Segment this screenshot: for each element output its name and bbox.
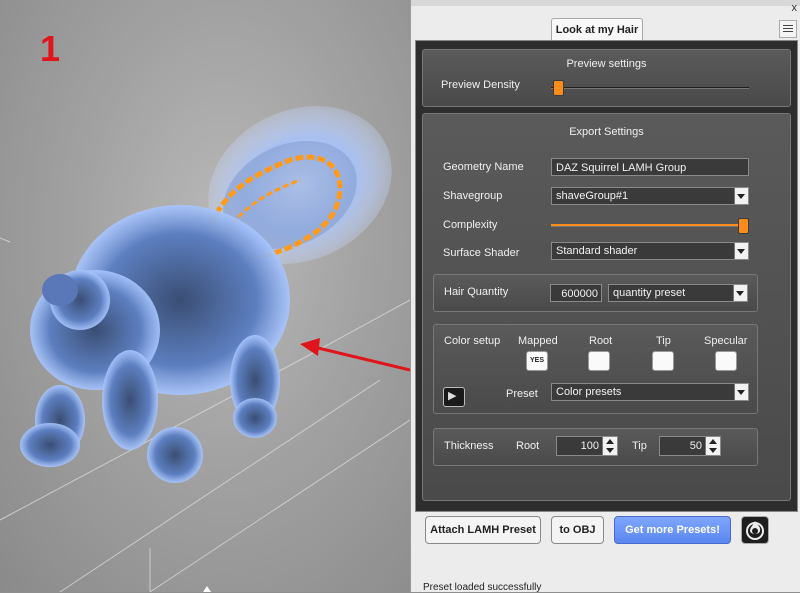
thickness-tip-value: 50 [689, 440, 702, 452]
shavegroup-value: shaveGroup#1 [556, 190, 629, 202]
to-obj-button[interactable]: to OBJ [551, 516, 604, 544]
color-preset-label: Preset [506, 388, 538, 400]
mapped-label: Mapped [518, 335, 558, 347]
export-settings-title: Export Settings [569, 126, 644, 138]
complexity-slider-fill [551, 224, 743, 226]
hair-quantity-label: Hair Quantity [444, 286, 509, 298]
tip-color-label: Tip [656, 335, 671, 347]
complexity-slider-handle[interactable] [738, 218, 749, 234]
shavegroup-label: Shavegroup [443, 190, 503, 202]
color-preset-value: Color presets [556, 386, 622, 398]
viewport-step-number: 1 [40, 28, 61, 69]
geometry-name-label: Geometry Name [443, 161, 524, 173]
apply-color-preset-button[interactable] [443, 387, 465, 407]
status-message: Preset loaded successfully [423, 582, 542, 593]
color-setup-box: Color setup Mapped Root Tip Specular YES… [433, 324, 758, 414]
tip-color-swatch[interactable] [652, 351, 674, 371]
3d-viewport[interactable]: 1 [0, 0, 410, 592]
preview-settings-box: Preview settings Preview Density [422, 49, 791, 107]
look-at-my-hair-panel: x Look at my Hair Preview settings Previ… [410, 0, 800, 593]
close-icon[interactable]: x [792, 2, 798, 14]
panel-top-bar [411, 0, 800, 6]
viewport-scene [0, 106, 410, 592]
shavegroup-select[interactable]: shaveGroup#1 [551, 187, 749, 205]
surface-shader-value: Standard shader [556, 245, 638, 257]
mapped-toggle[interactable]: YES [526, 351, 548, 371]
preview-settings-title: Preview settings [566, 58, 647, 70]
export-settings-box: Export Settings Geometry Name DAZ Squirr… [422, 113, 791, 501]
lamh-logo-button[interactable] [741, 516, 769, 544]
get-more-presets-button[interactable]: Get more Presets! [614, 516, 731, 544]
complexity-label: Complexity [443, 219, 498, 231]
color-setup-title: Color setup [444, 335, 501, 347]
panel-menu-icon[interactable] [779, 20, 797, 38]
thickness-tip-stepper[interactable]: 50 [659, 436, 721, 456]
thickness-tip-label: Tip [632, 440, 647, 452]
settings-area: Preview settings Preview Density Export … [415, 40, 798, 512]
quantity-preset-value: quantity preset [613, 287, 686, 299]
hair-quantity-box: Hair Quantity 600000 quantity preset [433, 274, 758, 312]
squirrel-body [20, 205, 290, 483]
chevron-down-icon[interactable] [734, 384, 748, 400]
surface-shader-select[interactable]: Standard shader [551, 242, 749, 260]
specular-label: Specular [704, 335, 748, 347]
geometry-name-input[interactable]: DAZ Squirrel LAMH Group [551, 158, 749, 176]
preview-density-slider-handle[interactable] [553, 80, 564, 96]
attach-lamh-preset-button[interactable]: Attach LAMH Preset [425, 516, 541, 544]
stepper-arrows-icon[interactable] [602, 437, 617, 455]
color-preset-select[interactable]: Color presets [551, 383, 749, 401]
chevron-down-icon[interactable] [734, 243, 748, 259]
specular-color-swatch[interactable] [715, 351, 737, 371]
root-color-label: Root [589, 335, 613, 347]
chevron-down-icon[interactable] [733, 285, 747, 301]
thickness-root-value: 100 [580, 440, 599, 452]
red-arrow [300, 338, 410, 372]
preview-density-label: Preview Density [441, 79, 520, 91]
thickness-root-stepper[interactable]: 100 [556, 436, 618, 456]
quantity-preset-select[interactable]: quantity preset [608, 284, 748, 302]
hair-quantity-input[interactable]: 600000 [550, 284, 602, 302]
thickness-root-label: Root [516, 440, 540, 452]
root-color-swatch[interactable] [588, 351, 610, 371]
stepper-arrows-icon[interactable] [705, 437, 720, 455]
thickness-label: Thickness [444, 440, 494, 452]
tab-row: Look at my Hair [411, 18, 800, 41]
viewport-expand-arrow-icon[interactable] [203, 586, 211, 592]
preview-density-slider[interactable] [551, 87, 749, 89]
flame-icon [746, 521, 764, 540]
tab-look-at-my-hair[interactable]: Look at my Hair [551, 18, 643, 41]
surface-shader-label: Surface Shader [443, 247, 520, 259]
chevron-down-icon[interactable] [734, 188, 748, 204]
thickness-box: Thickness Root 100 Tip 50 [433, 428, 758, 466]
